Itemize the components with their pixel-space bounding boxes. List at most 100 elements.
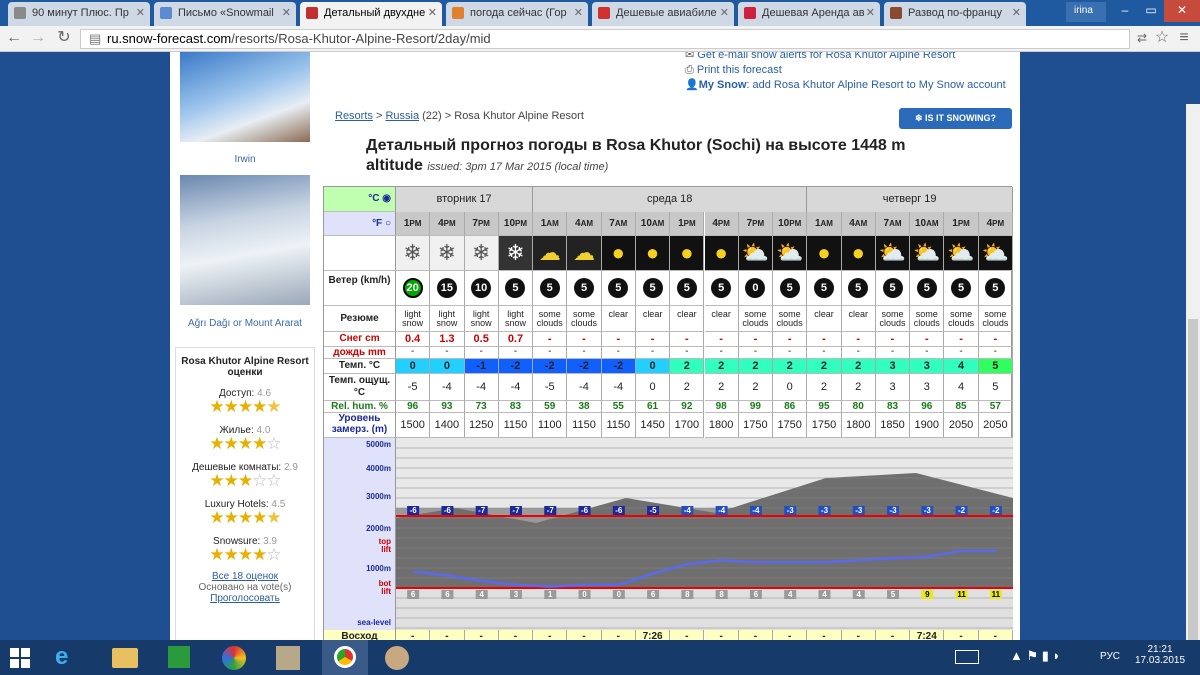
minimize-icon[interactable]: –: [1112, 0, 1138, 22]
language-indicator[interactable]: РУС: [1100, 651, 1120, 662]
rain-cell: -: [498, 347, 534, 359]
is-it-snowing-button[interactable]: ❄ IS IT SNOWING?: [899, 108, 1012, 129]
browser-tab[interactable]: Дешевая Аренда ав ✕: [738, 2, 880, 26]
browser-tab[interactable]: Письмо «Snowmail ✕: [154, 2, 296, 26]
hour-header: 4AM: [841, 212, 876, 236]
translate-icon[interactable]: ⇄: [1132, 29, 1152, 49]
wind-speed-icon: 5: [951, 278, 972, 298]
top-temp-label: -6: [615, 506, 623, 515]
breadcrumb-country[interactable]: Russia: [385, 110, 419, 122]
vote-link[interactable]: Проголосовать: [176, 593, 314, 604]
browser-tab[interactable]: Детальный двухдне ✕: [300, 2, 442, 26]
star-icon: ★: [237, 545, 253, 564]
rating-score: 2.9: [283, 462, 298, 473]
back-icon[interactable]: ←: [4, 29, 24, 49]
bot-temp-label: 11: [992, 590, 1001, 599]
star-icon: ★: [223, 508, 239, 527]
sunrise-cell: -: [944, 630, 979, 640]
address-bar[interactable]: ▤ ru.snow-forecast.com/resorts/Rosa-Khuto…: [80, 29, 1130, 49]
photo-caption-ararat[interactable]: Ağrı Dağı or Mount Ararat: [170, 318, 320, 329]
rating-stars[interactable]: ★★★☆☆: [176, 471, 314, 490]
rating-stars[interactable]: ★★★★★: [176, 508, 314, 527]
freezing-cell: 1450: [635, 413, 671, 438]
browser-tab[interactable]: Дешевые авиабиле ✕: [592, 2, 734, 26]
snow-cell: -: [738, 332, 774, 347]
sunrise-cell: 7:26: [635, 630, 671, 640]
user-profile[interactable]: irina: [1066, 2, 1106, 22]
bookmark-star-icon[interactable]: ☆: [1152, 29, 1172, 49]
tab-close-icon[interactable]: ✕: [720, 2, 729, 24]
snow-cell: 0.7: [498, 332, 534, 347]
mysnow-label[interactable]: My Snow: [699, 79, 747, 91]
browser-tab[interactable]: погода сейчас (Гор ✕: [446, 2, 588, 26]
feel-cell: 4: [944, 374, 979, 401]
alerts-link[interactable]: Get e-mail snow alerts for Rosa Khutor A…: [697, 52, 955, 61]
skier-photo[interactable]: [180, 52, 310, 142]
mysnow-link[interactable]: : add Rosa Khutor Alpine Resort to My Sn…: [746, 79, 1005, 91]
humidity-cell: 38: [567, 401, 602, 413]
star-icon: ★: [252, 397, 267, 416]
top-temp-label: -2: [958, 506, 966, 515]
close-icon[interactable]: ✕: [1164, 0, 1200, 22]
tab-close-icon[interactable]: ✕: [428, 2, 437, 24]
unit-celsius[interactable]: °C ◉: [324, 187, 396, 212]
wind-cell: 5: [773, 271, 808, 306]
freezing-cell: 1800: [704, 413, 739, 438]
paint-icon[interactable]: [385, 646, 409, 670]
forward-icon[interactable]: →: [28, 29, 48, 49]
browser-tab[interactable]: 90 минут Плюс. Пр ✕: [8, 2, 150, 26]
cloud-sun-icon: ⛅: [775, 240, 804, 265]
store-icon[interactable]: [168, 646, 190, 668]
rain-cell: -: [533, 347, 568, 359]
media-icon[interactable]: [222, 646, 246, 670]
url-path: /resorts/Rosa-Khutor-Alpine-Resort/2day/…: [231, 31, 491, 46]
tab-close-icon[interactable]: ✕: [282, 2, 291, 24]
browser-tab[interactable]: Развод по-францу ✕: [884, 2, 1026, 26]
wind-speed-icon: 15: [436, 278, 457, 298]
feel-cell: 3: [910, 374, 945, 401]
rating-stars[interactable]: ★★★★☆: [176, 545, 314, 564]
ampm-label: AM: [651, 219, 665, 228]
altitude-label: top lift: [378, 537, 391, 554]
breadcrumb-resorts[interactable]: Resorts: [335, 110, 373, 122]
tab-close-icon[interactable]: ✕: [866, 2, 875, 24]
tab-close-icon[interactable]: ✕: [1012, 2, 1021, 24]
mountain-photo[interactable]: [180, 175, 310, 305]
ie-icon[interactable]: e: [55, 645, 81, 671]
menu-icon[interactable]: ≡: [1174, 29, 1194, 49]
clock[interactable]: 21:21 17.03.2015: [1135, 644, 1185, 666]
ampm-label: PM: [409, 219, 422, 228]
ampm-label: AM: [889, 219, 902, 228]
summary-cell: clear: [635, 306, 671, 332]
bot-temp-label: 6: [754, 590, 759, 599]
chrome-taskbar-button[interactable]: [322, 640, 368, 675]
print-link[interactable]: Print this forecast: [697, 64, 782, 76]
tab-close-icon[interactable]: ✕: [136, 2, 145, 24]
star-icon: ☆: [266, 471, 281, 490]
weather-cell: ●: [704, 236, 739, 271]
tray-icons[interactable]: ▲ ⚑ ▮ ◗: [1010, 648, 1060, 664]
scrollbar[interactable]: [1186, 104, 1200, 640]
unit-fahrenheit[interactable]: °F ○: [324, 212, 396, 236]
tab-favicon-icon: [14, 7, 26, 19]
start-icon[interactable]: [10, 648, 30, 668]
feel-cell: 2: [738, 374, 774, 401]
hour-label: 10: [503, 218, 516, 229]
reload-icon[interactable]: ↻: [54, 29, 74, 49]
maximize-icon[interactable]: ▭: [1138, 0, 1164, 22]
photo-caption-irwin[interactable]: Irwin: [170, 154, 320, 165]
all-ratings-link[interactable]: Все 18 оценок: [176, 571, 314, 582]
keyboard-icon[interactable]: [955, 650, 979, 664]
notes-icon[interactable]: [276, 646, 300, 670]
rating-stars[interactable]: ★★★★★: [176, 397, 314, 416]
star-icon: ★: [237, 434, 253, 453]
temp-cell: -2: [601, 359, 636, 374]
bot-temp-label: 4: [822, 590, 827, 599]
hour-header: 1PM: [944, 212, 979, 236]
weather-cell: ☁: [567, 236, 602, 271]
tab-close-icon[interactable]: ✕: [574, 2, 583, 24]
rating-stars[interactable]: ★★★★☆: [176, 434, 314, 453]
explorer-icon[interactable]: [112, 648, 138, 668]
tab-favicon-icon: [160, 7, 172, 19]
humidity-cell: 98: [704, 401, 739, 413]
